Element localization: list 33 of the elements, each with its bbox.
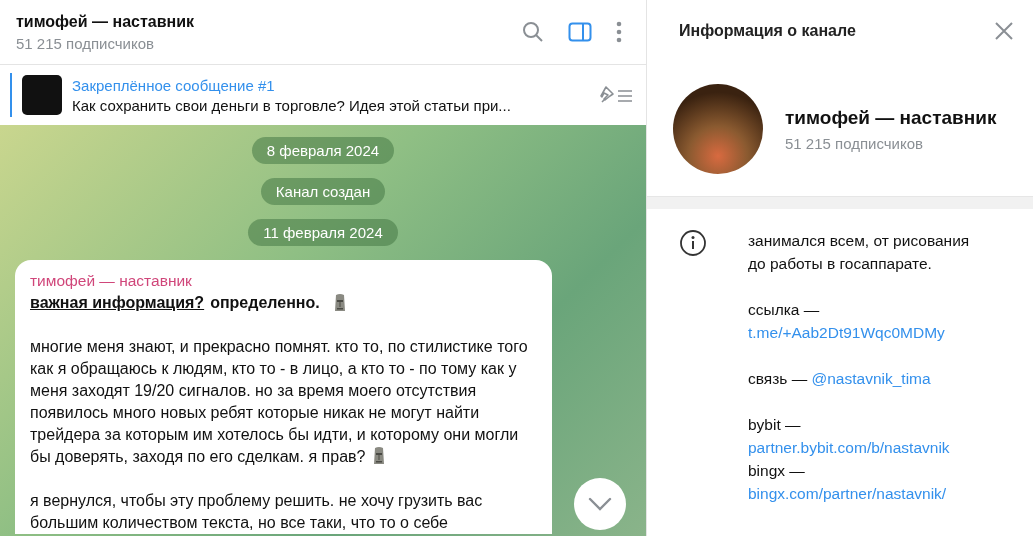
- channel-name: тимофей — наставник: [785, 106, 997, 129]
- service-message: 8 февраля 2024: [251, 137, 395, 164]
- link-label: связь —: [748, 370, 808, 387]
- link[interactable]: t.me/+Aab2Dt91Wqc0MDMy: [748, 324, 945, 341]
- channel-description: занимался всем, от рисования до работы в госаппарате.: [748, 231, 971, 274]
- subscriber-count: 51 215 подписчиков: [785, 134, 924, 152]
- scroll-down-button[interactable]: [574, 478, 626, 530]
- side-panel-icon[interactable]: [568, 22, 592, 42]
- pinned-message-title[interactable]: Закреплённое сообщение #1: [72, 76, 588, 94]
- pinned-message-text[interactable]: Как сохранить свои деньги в торговле? Идея этой статьи при...: [72, 96, 588, 114]
- photo-placeholder: [22, 75, 62, 115]
- close-icon[interactable]: [995, 22, 1013, 40]
- message-heading: определенно.: [210, 293, 320, 313]
- service-message: 11 февраля 2024: [248, 219, 398, 246]
- search-icon[interactable]: [522, 21, 544, 43]
- link[interactable]: partner.bybit.com/b/nastavnik: [748, 439, 950, 456]
- link[interactable]: @nastavnik_tima: [811, 370, 931, 387]
- message-author: тимофей — наставник: [30, 271, 193, 291]
- subscriber-count: 51 215 подписчиков: [16, 34, 155, 52]
- link[interactable]: bingx.com/partner/nastavnik/: [748, 485, 947, 502]
- more-menu-icon[interactable]: [616, 21, 622, 43]
- message-paragraph: я вернулся, чтобы эту проблему решить. не хочу грузить вас большим количеством текста, но все таки, что то о себе: [30, 492, 483, 531]
- chevron-down-icon: [588, 497, 612, 511]
- message-paragraph: многие меня знают, и прекрасно помнят. кто то, по стилистике того как я обращаюсь к людям, кто то - в лицо, а кто то - по тому как у меня заходят 19/20 сигналов. но за время моего отсутствия появилось много новых ребят которые никак не могут найти трейдера за которым им хотелось бы идти, и которому они могли бы доверять, заходя по его сделкам. я прав?: [30, 338, 528, 465]
- service-message: Канал создан: [260, 178, 386, 205]
- info-icon: [679, 229, 707, 257]
- panel-title: Информация о канале: [679, 22, 856, 40]
- link-label: bybit —: [748, 415, 802, 435]
- channel-title[interactable]: тимофей — наставник: [16, 12, 498, 31]
- pinned-indicator: [10, 73, 12, 117]
- link-label: bingx —: [748, 461, 806, 481]
- link-label: ссылка —: [748, 300, 821, 320]
- message-link[interactable]: важная информация?: [30, 292, 205, 314]
